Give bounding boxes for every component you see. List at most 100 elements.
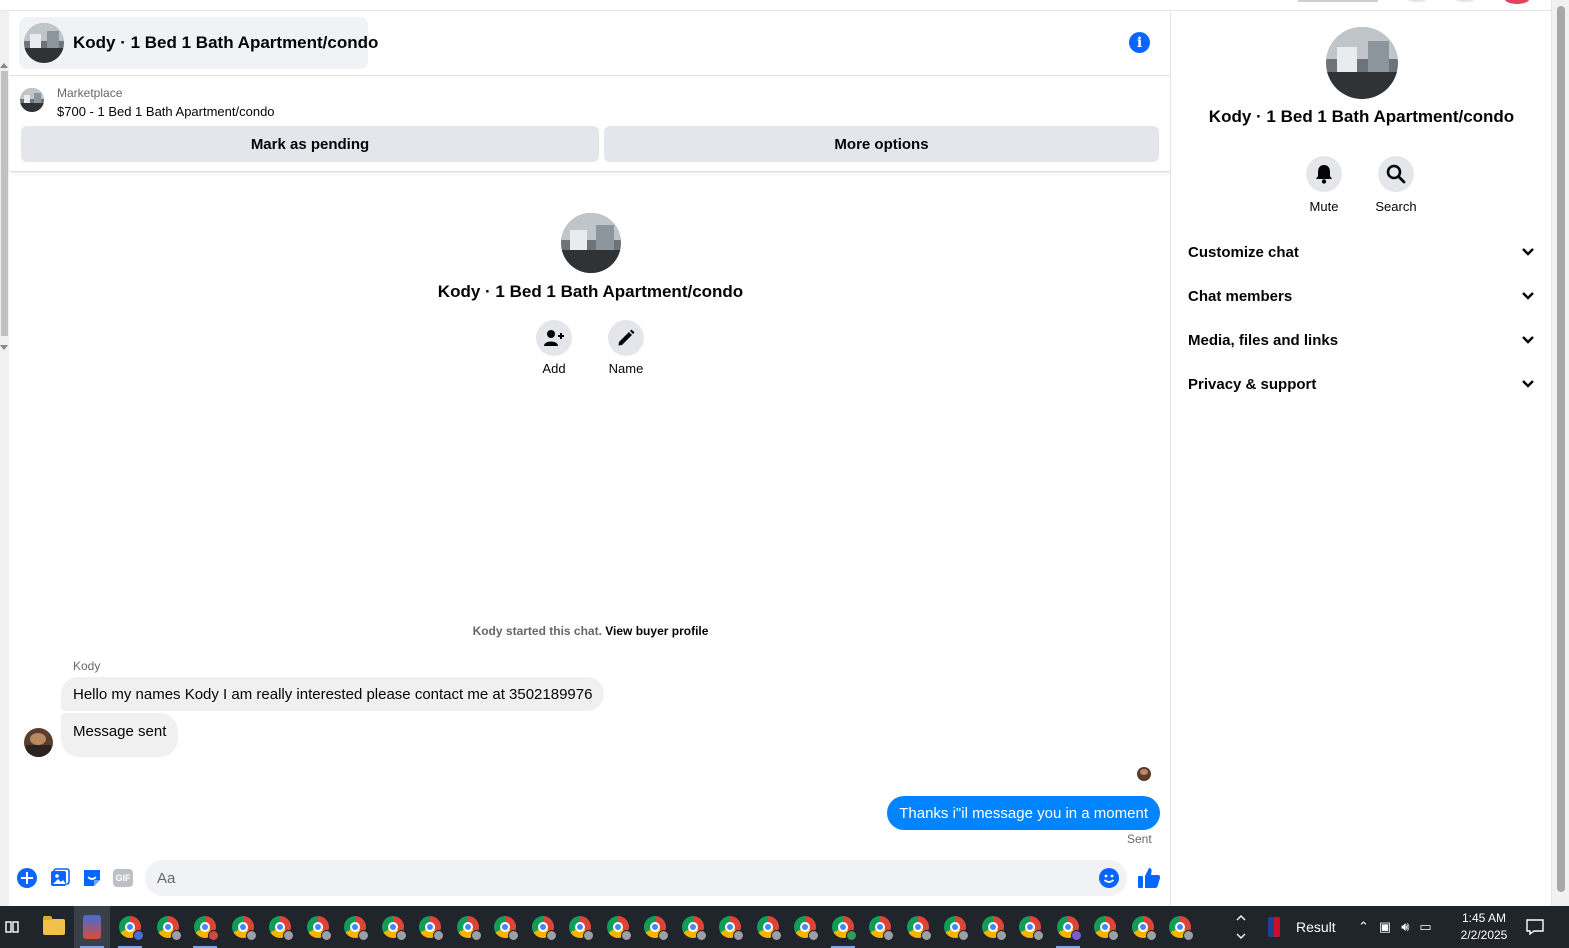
view-buyer-profile-link[interactable]: View buyer profile (605, 624, 708, 638)
chevron-down-icon (1522, 248, 1534, 256)
message-sender-name: Kody (73, 659, 101, 673)
search-in-conversation-button[interactable]: Search (1366, 156, 1426, 214)
system-tray[interactable]: ⌃ ▣ 🔊︎ ▭ (1358, 906, 1442, 948)
clock-date: 2/2/2025 (1460, 928, 1508, 942)
chrome-icon (1056, 916, 1082, 941)
emoji-button[interactable] (1098, 867, 1120, 889)
profile-badge-icon (170, 930, 182, 941)
message-input[interactable] (145, 860, 1127, 896)
toolbar-icon[interactable] (1454, 0, 1476, 2)
chrome-icon (119, 916, 144, 941)
chat-members-section[interactable]: Chat members (1178, 276, 1545, 316)
account-avatar[interactable] (1504, 0, 1530, 4)
taskbar-scroll[interactable] (1234, 906, 1248, 948)
browser-window-button[interactable] (187, 906, 223, 948)
attach-photo-button[interactable] (49, 867, 71, 889)
browser-window-button[interactable] (262, 906, 298, 948)
browser-top-strip (0, 0, 1569, 11)
sender-avatar[interactable] (24, 728, 53, 757)
customize-chat-section[interactable]: Customize chat (1178, 232, 1545, 272)
browser-window-button[interactable] (1012, 906, 1048, 948)
browser-window-button[interactable] (300, 906, 336, 948)
profile-badge-icon (920, 930, 932, 941)
chrome-icon (569, 916, 594, 941)
clock[interactable]: 1:45 AM 2/2/2025 (1447, 906, 1521, 948)
browser-window-button[interactable] (787, 906, 823, 948)
profile-badge-icon (995, 930, 1007, 941)
incoming-message[interactable]: Message sent (61, 713, 179, 757)
browser-window-button[interactable] (112, 906, 148, 948)
chrome-icon (981, 916, 1007, 941)
browser-window-button[interactable] (900, 906, 936, 948)
page-scrollbar[interactable] (1551, 0, 1569, 906)
like-button[interactable] (1136, 865, 1162, 891)
page-scrollbar-thumb[interactable] (1557, 6, 1565, 892)
network-icon[interactable]: ▭ (1419, 919, 1431, 935)
task-view-button[interactable] (0, 906, 24, 948)
browser-window-button[interactable] (975, 906, 1011, 948)
browser-window-button[interactable] (750, 906, 786, 948)
meet-icon[interactable]: ▣ (1379, 919, 1391, 935)
chrome-icon (719, 916, 744, 941)
browser-window-button[interactable] (450, 906, 486, 948)
info-icon[interactable]: i (1129, 32, 1150, 53)
taskbar: Result ⌃ ▣ 🔊︎ ▭ 1:45 AM 2/2/2025 (0, 906, 1569, 948)
browser-window-button[interactable] (225, 906, 261, 948)
taskbar-app-button[interactable] (74, 906, 110, 948)
browser-window-button[interactable] (600, 906, 636, 948)
profile-badge-icon (433, 930, 444, 941)
profile-badge-icon (1145, 930, 1157, 941)
more-options-button[interactable]: More options (604, 126, 1159, 162)
chevron-up-icon[interactable]: ⌃ (1358, 919, 1369, 935)
scroll-down-arrow-icon[interactable] (0, 345, 8, 350)
browser-window-button[interactable] (675, 906, 711, 948)
browser-window-button[interactable] (712, 906, 748, 948)
gif-button[interactable]: GIF (112, 867, 134, 889)
mute-button[interactable]: Mute (1294, 156, 1354, 214)
sticker-button[interactable] (81, 867, 103, 889)
conversation-list-scrollbar[interactable] (0, 11, 9, 906)
chrome-icon (381, 916, 407, 941)
notifications-button[interactable] (1525, 906, 1545, 948)
browser-window-button[interactable] (412, 906, 448, 948)
chat-header: Kody · 1 Bed 1 Bath Apartment/condo i (10, 11, 1171, 76)
scrollbar-thumb[interactable] (1, 71, 8, 336)
name-chat-button[interactable]: Name (596, 320, 656, 376)
browser-window-button[interactable] (375, 906, 411, 948)
conversation-title-button[interactable]: Kody · 1 Bed 1 Bath Apartment/condo (19, 17, 378, 69)
browser-window-button[interactable] (487, 906, 523, 948)
listing-thumbnail-small[interactable] (20, 88, 44, 112)
browser-window-button[interactable] (825, 906, 861, 948)
browser-window-button[interactable] (337, 906, 373, 948)
news-widget[interactable]: Result (1268, 906, 1336, 948)
browser-window-button[interactable] (1087, 906, 1123, 948)
mark-as-pending-button[interactable]: Mark as pending (21, 126, 599, 162)
browser-window-button[interactable] (862, 906, 898, 948)
more-actions-button[interactable] (16, 867, 38, 889)
toolbar-icon[interactable] (1406, 0, 1428, 2)
outgoing-message[interactable]: Thanks i"il message you in a moment (887, 796, 1160, 830)
marketplace-listing-bar: Marketplace $700 - 1 Bed 1 Bath Apartmen… (10, 76, 1171, 172)
chrome-icon (231, 916, 257, 941)
listing-price-title[interactable]: $700 - 1 Bed 1 Bath Apartment/condo (57, 104, 275, 119)
chrome-icon (1094, 916, 1119, 941)
add-people-button[interactable]: Add (524, 320, 584, 376)
scroll-up-arrow-icon[interactable] (0, 63, 8, 68)
browser-window-button[interactable] (937, 906, 973, 948)
volume-icon[interactable]: 🔊︎ (1401, 919, 1409, 935)
browser-window-button[interactable] (1050, 906, 1086, 948)
media-files-links-section[interactable]: Media, files and links (1178, 320, 1545, 360)
browser-window-button[interactable] (562, 906, 598, 948)
chrome-icon (906, 916, 932, 941)
browser-window-button[interactable] (637, 906, 673, 948)
incoming-message[interactable]: Hello my names Kody I am really interest… (61, 677, 605, 711)
notification-icon (1526, 919, 1544, 936)
browser-window-button[interactable] (525, 906, 561, 948)
browser-window-button[interactable] (1125, 906, 1161, 948)
browser-window-button[interactable] (150, 906, 186, 948)
add-label: Add (542, 361, 566, 376)
browser-window-button[interactable] (1162, 906, 1198, 948)
privacy-support-section[interactable]: Privacy & support (1178, 364, 1545, 404)
task-view-icon (5, 921, 19, 933)
file-explorer-button[interactable] (36, 906, 72, 948)
